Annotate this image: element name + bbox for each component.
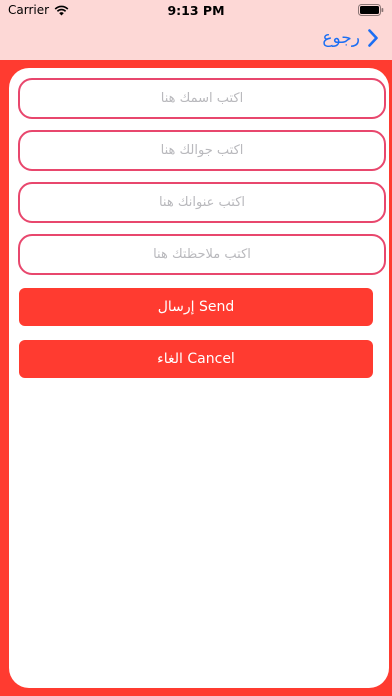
- phone-field[interactable]: [18, 130, 386, 171]
- back-button[interactable]: رجوع: [322, 28, 378, 48]
- header-area: Carrier 9:13 PM رجوع: [0, 0, 392, 60]
- battery-icon: [358, 4, 384, 16]
- notes-field[interactable]: [18, 234, 386, 275]
- send-button[interactable]: إرسال Send: [19, 288, 373, 326]
- nav-bar: رجوع: [0, 22, 392, 60]
- form-card: إرسال Send الغاء Cancel: [9, 68, 389, 688]
- back-label: رجوع: [322, 28, 360, 48]
- status-time: 9:13 PM: [167, 3, 225, 18]
- address-field[interactable]: [18, 182, 386, 223]
- status-bar: Carrier 9:13 PM: [0, 0, 392, 22]
- chevron-right-icon: [368, 29, 378, 47]
- name-field[interactable]: [18, 78, 386, 119]
- cancel-button[interactable]: الغاء Cancel: [19, 340, 373, 378]
